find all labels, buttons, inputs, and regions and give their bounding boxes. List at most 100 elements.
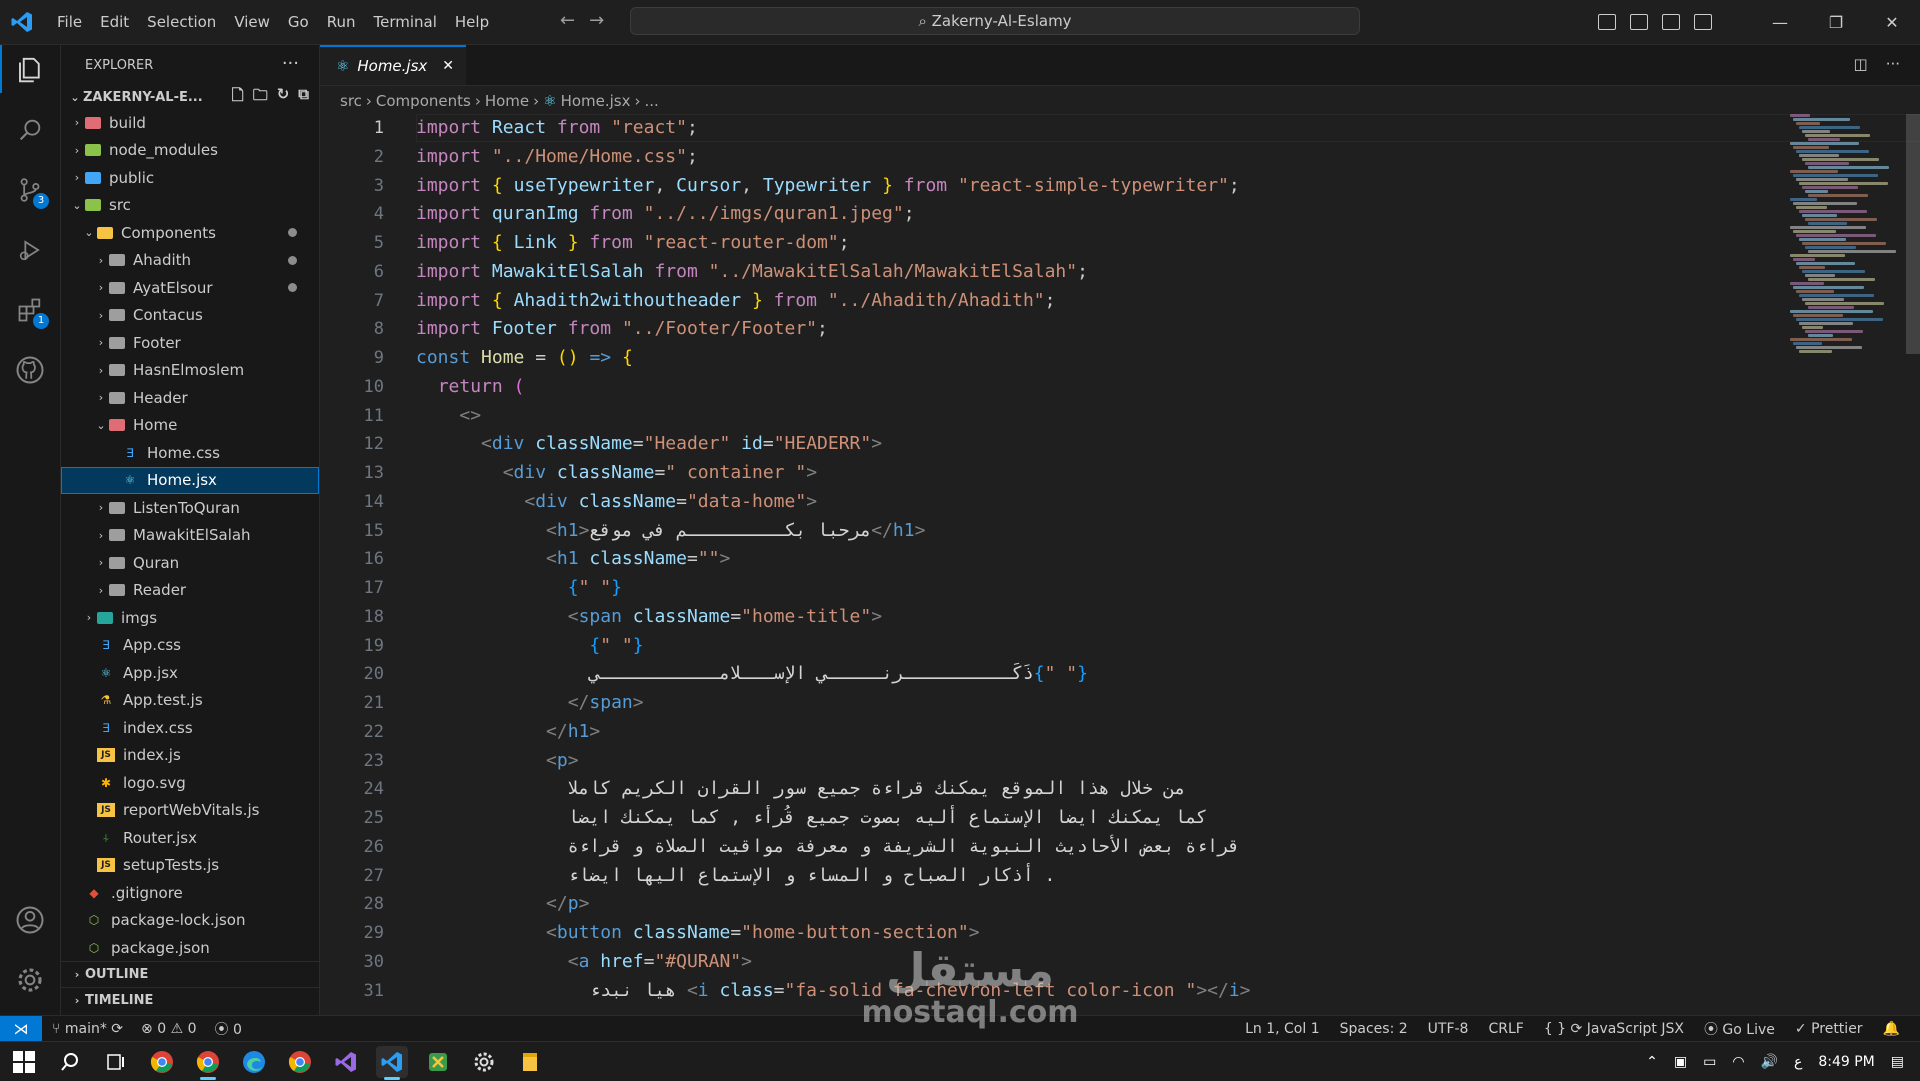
encoding[interactable]: UTF-8 <box>1428 1021 1469 1037</box>
minimize-button[interactable]: — <box>1752 13 1808 32</box>
close-window-button[interactable]: ✕ <box>1864 13 1920 32</box>
menu-run[interactable]: Run <box>318 0 365 44</box>
code-content[interactable]: import React from "react"; import "../Ho… <box>416 114 1716 1005</box>
project-root[interactable]: ⌄ ZAKERNY-AL-E... 🗋 🗀 ↻ ⧉ <box>61 85 319 109</box>
menu-go[interactable]: Go <box>279 0 318 44</box>
explorer-icon[interactable] <box>13 53 47 87</box>
chrome-second-icon[interactable] <box>284 1046 316 1078</box>
new-file-icon[interactable]: 🗋 <box>232 85 244 110</box>
tree-item[interactable]: ⍭ Router.jsx <box>61 824 319 852</box>
tree-item[interactable]: ⌄ Components <box>61 219 319 247</box>
tree-item[interactable]: › imgs <box>61 604 319 632</box>
breadcrumb-components[interactable]: Components <box>376 92 471 110</box>
toggle-primary-sidebar-icon[interactable] <box>1598 14 1616 30</box>
tree-item[interactable]: ∃ index.css <box>61 714 319 742</box>
language-mode[interactable]: { } ⟳ JavaScript JSX <box>1544 1021 1684 1037</box>
problems-indicator[interactable]: ⊗ 0 ⚠ 0 <box>141 1021 197 1037</box>
phone-link-icon[interactable]: ▣ <box>1674 1054 1687 1070</box>
chrome-profile-icon[interactable] <box>192 1046 224 1080</box>
notifications-bell-icon[interactable]: 🔔 <box>1883 1021 1900 1037</box>
indentation[interactable]: Spaces: 2 <box>1340 1021 1408 1037</box>
menu-help[interactable]: Help <box>446 0 498 44</box>
command-center-search[interactable]: ⌕ Zakerny-Al-Eslamy <box>630 7 1360 35</box>
github-icon[interactable] <box>13 353 47 387</box>
tree-item[interactable]: › build <box>61 109 319 137</box>
tree-item[interactable]: JS index.js <box>61 742 319 770</box>
tray-chevron-up-icon[interactable]: ⌃ <box>1646 1054 1658 1070</box>
vscode-taskbar-icon[interactable] <box>376 1046 408 1080</box>
tree-item[interactable]: › Reader <box>61 577 319 605</box>
tree-item[interactable]: ⌄ src <box>61 192 319 220</box>
back-arrow-icon[interactable]: ← <box>560 10 575 31</box>
extensions-icon[interactable]: 1 <box>13 293 49 329</box>
battery-icon[interactable]: ▭ <box>1703 1054 1716 1070</box>
tree-item[interactable]: › Contacus <box>61 302 319 330</box>
collapse-all-icon[interactable]: ⧉ <box>298 85 309 110</box>
tree-item[interactable]: ∃ Home.css <box>61 439 319 467</box>
menu-selection[interactable]: Selection <box>138 0 225 44</box>
restore-button[interactable]: ❐ <box>1808 13 1864 32</box>
code-editor[interactable]: 1 2 3 4 5 6 7 8 9 10 11 12 13 14 15 16 17 18 19 20 21 22 23 24 2… <box>320 114 1920 1015</box>
toggle-secondary-sidebar-icon[interactable] <box>1662 14 1680 30</box>
ports-indicator[interactable]: ⦿ 0 <box>215 1019 242 1039</box>
task-view-icon[interactable] <box>100 1046 132 1078</box>
breadcrumb-src[interactable]: src <box>340 92 362 110</box>
menu-edit[interactable]: Edit <box>91 0 138 44</box>
accounts-icon[interactable] <box>13 903 47 937</box>
visual-studio-icon[interactable] <box>330 1046 362 1078</box>
toggle-panel-icon[interactable] <box>1630 14 1648 30</box>
tab-home-jsx[interactable]: ⚛ Home.jsx ✕ <box>320 45 466 85</box>
tree-item[interactable]: › Header <box>61 384 319 412</box>
clock[interactable]: 8:49 PM <box>1818 1054 1874 1070</box>
settings-gear-icon[interactable] <box>13 963 47 997</box>
tree-item[interactable]: ⚛ Home.jsx <box>61 466 319 494</box>
refresh-icon[interactable]: ↻ <box>277 85 290 110</box>
tree-item[interactable]: › public <box>61 164 319 192</box>
prettier[interactable]: ✓ Prettier <box>1795 1021 1863 1037</box>
outline-section[interactable]: › OUTLINE <box>61 961 319 987</box>
breadcrumb-symbol[interactable]: ... <box>645 92 659 110</box>
file-explorer-icon[interactable] <box>514 1046 546 1078</box>
settings-taskbar-icon[interactable] <box>468 1046 500 1078</box>
end-of-line[interactable]: CRLF <box>1488 1021 1523 1037</box>
go-live[interactable]: ⦿ Go Live <box>1704 1019 1775 1039</box>
tree-item[interactable]: ⚛ App.jsx <box>61 659 319 687</box>
windows-start-icon[interactable] <box>8 1046 40 1078</box>
menu-file[interactable]: File <box>48 0 91 44</box>
forward-arrow-icon[interactable]: → <box>589 10 604 31</box>
edge-icon[interactable] <box>238 1046 270 1078</box>
tree-item[interactable]: › ListenToQuran <box>61 494 319 522</box>
branch-indicator[interactable]: ⑂ main* ⟳ <box>52 1021 123 1037</box>
tree-item[interactable]: › AyatElsour <box>61 274 319 302</box>
customize-layout-icon[interactable] <box>1694 14 1712 30</box>
wifi-icon[interactable]: ◠ <box>1732 1054 1744 1070</box>
more-actions-icon[interactable]: ··· <box>282 53 299 74</box>
run-debug-icon[interactable] <box>13 233 47 267</box>
tree-item[interactable]: › node_modules <box>61 137 319 165</box>
chrome-icon[interactable] <box>146 1046 178 1078</box>
tree-item[interactable]: JS reportWebVitals.js <box>61 797 319 825</box>
source-control-icon[interactable]: 3 <box>13 173 49 209</box>
timeline-section[interactable]: › TIMELINE <box>61 987 319 1013</box>
input-language[interactable]: ع <box>1794 1054 1802 1070</box>
tree-item[interactable]: ⌄ Home <box>61 412 319 440</box>
tree-item[interactable]: ⬡ package.json <box>61 934 319 962</box>
tree-item[interactable]: › Ahadith <box>61 247 319 275</box>
tree-item[interactable]: ∃ App.css <box>61 632 319 660</box>
close-tab-icon[interactable]: ✕ <box>442 58 454 74</box>
remote-indicator-icon[interactable]: ⋊ <box>0 1016 42 1042</box>
tree-item[interactable]: ◆ .gitignore <box>61 879 319 907</box>
tree-item[interactable]: ⚗ App.test.js <box>61 687 319 715</box>
menu-terminal[interactable]: Terminal <box>365 0 446 44</box>
notification-center-icon[interactable]: ▤ <box>1891 1054 1904 1070</box>
taskbar-search-icon[interactable] <box>54 1046 86 1078</box>
menu-view[interactable]: View <box>225 0 279 44</box>
breadcrumb-file[interactable]: Home.jsx <box>561 92 631 110</box>
tree-item[interactable]: › Quran <box>61 549 319 577</box>
minimap[interactable] <box>1790 114 1900 414</box>
vertical-scrollbar[interactable] <box>1906 114 1920 354</box>
tree-item[interactable]: › Footer <box>61 329 319 357</box>
cursor-position[interactable]: Ln 1, Col 1 <box>1245 1021 1320 1037</box>
snipping-tool-icon[interactable] <box>422 1046 454 1078</box>
tree-item[interactable]: JS setupTests.js <box>61 852 319 880</box>
